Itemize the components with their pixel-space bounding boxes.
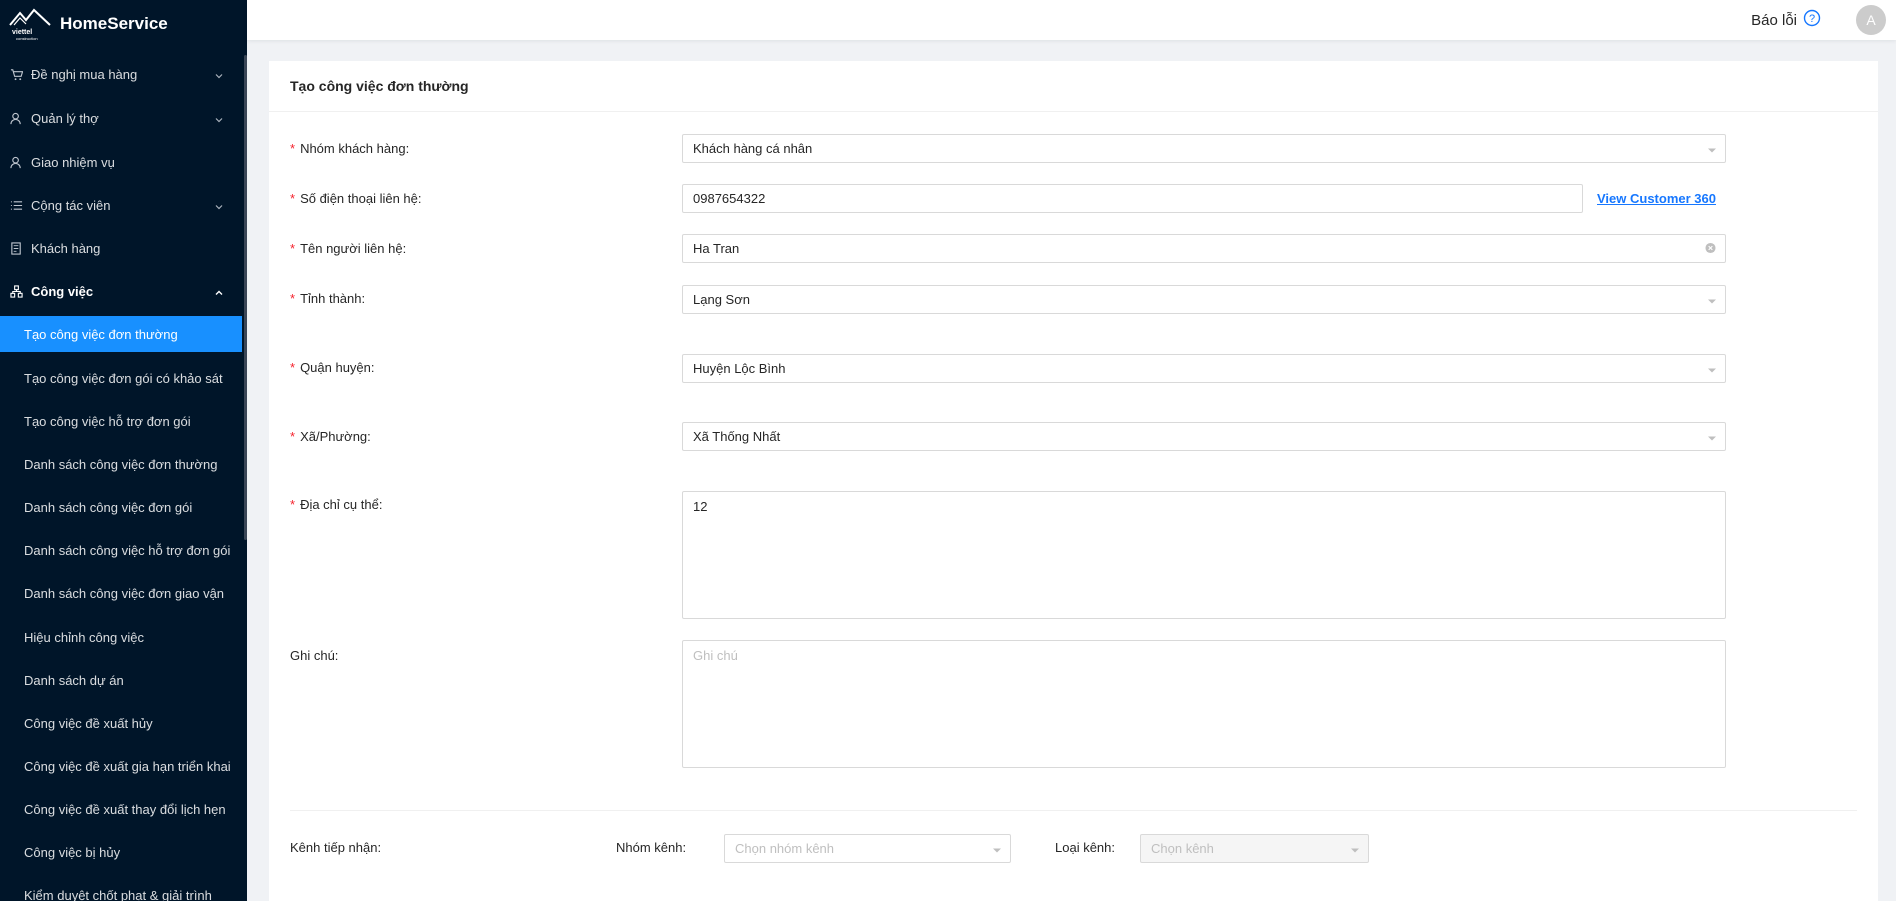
required-mark: * — [290, 429, 296, 444]
phone-input[interactable]: 0987654322 — [682, 184, 1583, 213]
user-icon — [9, 112, 23, 126]
sub-item-normal-job-list[interactable]: Danh sách công việc đơn thường — [0, 446, 242, 482]
channel-group-placeholder: Chọn nhóm kênh — [735, 841, 835, 856]
ward-select[interactable]: Xã Thống Nhất — [682, 422, 1726, 451]
sub-item-create-normal-job[interactable]: Tạo công việc đơn thường — [0, 316, 242, 352]
menu-label: Quản lý thợ — [31, 111, 99, 126]
sub-item-package-job-list[interactable]: Danh sách công việc đơn gói — [0, 489, 242, 525]
cluster-icon — [9, 285, 23, 299]
sidebar-scrollbar[interactable] — [244, 55, 247, 540]
menu-item-customers[interactable]: Khách hàng — [0, 227, 242, 270]
cart-icon — [9, 68, 23, 82]
sub-item-project-list[interactable]: Danh sách dự án — [0, 662, 242, 698]
question-circle-icon[interactable]: ? — [1803, 9, 1821, 31]
chevron-down-icon — [214, 113, 224, 128]
address-label: * Địa chỉ cụ thể: — [290, 497, 383, 512]
province-select[interactable]: Lạng Sơn — [682, 285, 1726, 314]
svg-text:construction: construction — [16, 36, 38, 41]
create-job-form-card: Tạo công việc đơn thường * Nhóm khách hàn… — [269, 61, 1878, 901]
list-icon — [9, 199, 23, 213]
contact-name-input[interactable]: Ha Tran — [682, 234, 1726, 263]
customer-group-value: Khách hàng cá nhân — [693, 141, 813, 156]
chevron-down-icon — [214, 69, 224, 84]
channel-group-label: Nhóm kênh: — [616, 840, 687, 855]
province-label: * Tỉnh thành: — [290, 291, 366, 306]
menu-label: Giao nhiệm vụ — [31, 155, 115, 170]
svg-text:?: ? — [1809, 13, 1815, 25]
sub-item-edit-job[interactable]: Hiệu chỉnh công việc — [0, 619, 242, 655]
sub-item-penalty-review[interactable]: Kiểm duyệt chốt phạt & giải trình — [0, 877, 242, 901]
contact-name-value: Ha Tran — [693, 241, 740, 256]
district-select[interactable]: Huyện Lộc Bình — [682, 354, 1726, 383]
chevron-down-icon — [214, 200, 224, 215]
sub-item-delivery-job-list[interactable]: Danh sách công việc đơn giao vận — [0, 575, 242, 611]
customer-group-select[interactable]: Khách hàng cá nhân — [682, 134, 1726, 163]
channel-label: Kênh tiếp nhận: — [290, 840, 382, 855]
report-label: Báo lỗi — [1751, 11, 1797, 29]
view-customer-360-link[interactable]: View Customer 360 — [1597, 191, 1716, 206]
caret-down-icon — [1707, 141, 1717, 156]
sub-item-support-package-job-list[interactable]: Danh sách công việc hỗ trợ đơn gói — [0, 532, 242, 568]
phone-label: * Số điện thoại liên hệ: — [290, 191, 422, 206]
phone-value: 0987654322 — [693, 191, 766, 206]
ward-label: * Xã/Phường: — [290, 429, 371, 444]
divider — [290, 810, 1857, 811]
page-title: Tạo công việc đơn thường — [269, 61, 1878, 112]
district-value: Huyện Lộc Bình — [693, 361, 786, 376]
required-mark: * — [290, 360, 296, 375]
menu-item-jobs[interactable]: Công việc — [0, 270, 242, 313]
customer-group-label: * Nhóm khách hàng: — [290, 141, 410, 156]
report-bug-button[interactable]: Báo lỗi ? — [1751, 9, 1821, 31]
menu-label: Công việc — [31, 284, 94, 299]
required-mark: * — [290, 191, 296, 206]
required-mark: * — [290, 497, 296, 512]
user-icon — [9, 156, 23, 170]
document-icon — [9, 242, 23, 256]
caret-down-icon — [1350, 841, 1360, 856]
channel-group-select[interactable]: Chọn nhóm kênh — [724, 834, 1011, 863]
menu-item-purchase-request[interactable]: Đề nghị mua hàng — [0, 53, 242, 96]
channel-type-label: Loại kênh: — [1055, 840, 1115, 855]
top-header: Báo lỗi ? A — [247, 0, 1896, 40]
province-value: Lạng Sơn — [693, 292, 750, 307]
sub-item-cancelled-jobs[interactable]: Công việc bị hủy — [0, 834, 242, 870]
address-textarea[interactable]: 12 — [682, 491, 1726, 619]
logo[interactable]: viettel construction HomeService — [0, 0, 247, 48]
clear-icon[interactable] — [1705, 241, 1716, 256]
ward-value: Xã Thống Nhất — [693, 429, 781, 444]
sidebar: viettel construction HomeService Đề nghị… — [0, 0, 247, 901]
avatar[interactable]: A — [1856, 5, 1886, 35]
caret-down-icon — [1707, 292, 1717, 307]
svg-text:viettel: viettel — [12, 29, 32, 36]
note-placeholder: Ghi chú — [693, 648, 738, 663]
sub-item-extension-proposed-jobs[interactable]: Công việc đề xuất gia hạn triển khai — [0, 748, 242, 784]
required-mark: * — [290, 141, 296, 156]
menu-label: Khách hàng — [31, 241, 101, 256]
district-label: * Quận huyện: — [290, 360, 375, 375]
caret-down-icon — [1707, 361, 1717, 376]
address-value: 12 — [693, 499, 708, 514]
caret-down-icon — [1707, 429, 1717, 444]
chevron-up-icon — [214, 286, 224, 301]
menu-item-assign-task[interactable]: Giao nhiệm vụ — [0, 141, 242, 184]
contact-name-label: * Tên người liên hệ: — [290, 241, 407, 256]
channel-type-select[interactable]: Chọn kênh — [1140, 834, 1369, 863]
required-mark: * — [290, 241, 296, 256]
menu-label: Cộng tác viên — [31, 198, 111, 213]
channel-type-placeholder: Chọn kênh — [1151, 841, 1214, 856]
viettel-logo-icon: viettel construction — [8, 7, 52, 41]
required-mark: * — [290, 291, 296, 306]
menu-item-collaborators[interactable]: Cộng tác viên — [0, 184, 242, 227]
menu-item-worker-management[interactable]: Quản lý thợ — [0, 97, 242, 140]
note-textarea[interactable]: Ghi chú — [682, 640, 1726, 768]
menu-label: Đề nghị mua hàng — [31, 67, 138, 82]
sub-item-cancel-proposed-jobs[interactable]: Công việc đề xuất hủy — [0, 705, 242, 741]
note-label: Ghi chú: — [290, 648, 339, 663]
app-name: HomeService — [60, 14, 168, 33]
caret-down-icon — [992, 841, 1002, 856]
sub-item-create-package-survey-job[interactable]: Tạo công việc đơn gói có khảo sát — [0, 360, 242, 396]
sub-item-reschedule-proposed-jobs[interactable]: Công việc đề xuất thay đổi lịch hẹn — [0, 791, 242, 827]
sub-item-create-support-package-job[interactable]: Tạo công việc hỗ trợ đơn gói — [0, 403, 242, 439]
